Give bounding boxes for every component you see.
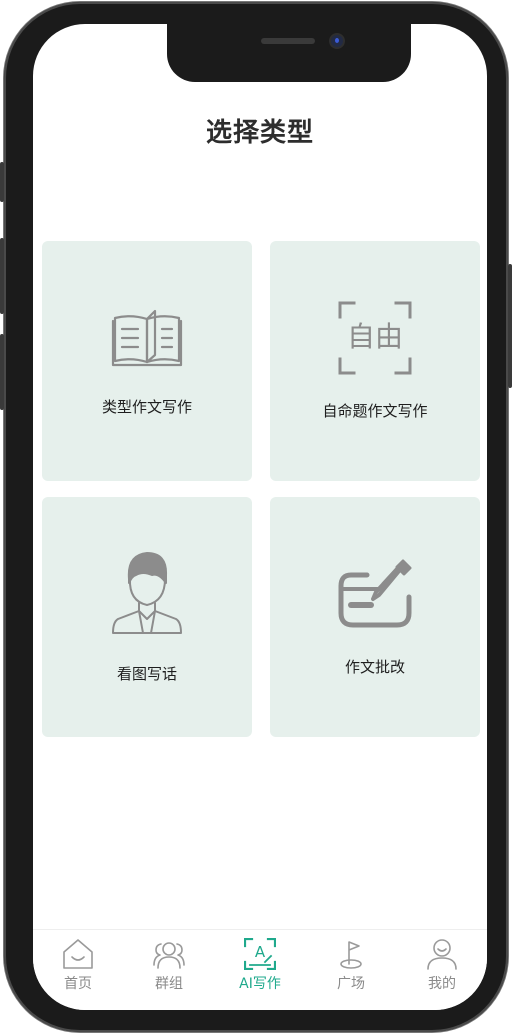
tab-plaza[interactable]: 广场 — [306, 930, 396, 1000]
tab-home[interactable]: 首页 — [33, 930, 123, 1000]
home-icon — [62, 938, 94, 970]
power-button — [508, 264, 512, 388]
app-screen: 选择类型 类型作文写作 自由 自命题作文写作 看图写话 作文批改 首页 群组 A… — [33, 24, 487, 1010]
card-free-topic[interactable]: 自由 自命题作文写作 — [270, 241, 480, 481]
card-label: 看图写话 — [116, 665, 177, 683]
person-avatar-icon — [42, 549, 252, 635]
group-icon — [153, 938, 185, 970]
phone-frame: 选择类型 类型作文写作 自由 自命题作文写作 看图写话 作文批改 首页 群组 A… — [0, 2, 512, 1032]
open-book-icon — [42, 305, 252, 371]
tab-label: 群组 — [155, 976, 183, 992]
card-essay-correction[interactable]: 作文批改 — [270, 497, 480, 737]
page-title: 选择类型 — [205, 118, 314, 148]
silent-switch — [0, 162, 4, 202]
free-topic-frame-icon: 自由 — [270, 301, 480, 375]
free-topic-icon-text: 自由 — [346, 320, 403, 353]
card-type-essay[interactable]: 类型作文写作 — [42, 241, 252, 481]
volume-down-button — [0, 334, 4, 410]
pen-correction-icon — [270, 559, 480, 629]
card-label: 自命题作文写作 — [322, 402, 428, 420]
tab-label: 我的 — [428, 976, 456, 992]
tab-label: AI写作 — [239, 976, 281, 992]
speaker-grille — [261, 38, 315, 44]
tab-ai-writing[interactable]: A AI写作 — [215, 930, 305, 1000]
tab-profile[interactable]: 我的 — [397, 930, 487, 1000]
bottom-tab-bar: 首页 群组 A AI写作 广场 我的 — [33, 929, 487, 1010]
card-picture-writing[interactable]: 看图写话 — [42, 497, 252, 737]
notch — [167, 24, 411, 82]
card-label: 类型作文写作 — [101, 398, 192, 416]
tab-label: 广场 — [337, 976, 365, 992]
profile-icon — [426, 938, 458, 970]
front-camera — [331, 35, 343, 47]
ai-writing-icon: A — [244, 938, 276, 970]
tab-group[interactable]: 群组 — [124, 930, 214, 1000]
volume-up-button — [0, 238, 4, 314]
plaza-flag-icon — [335, 938, 367, 970]
card-label: 作文批改 — [344, 658, 405, 676]
tab-label: 首页 — [64, 976, 92, 992]
ai-writing-icon-text: A — [254, 943, 266, 961]
